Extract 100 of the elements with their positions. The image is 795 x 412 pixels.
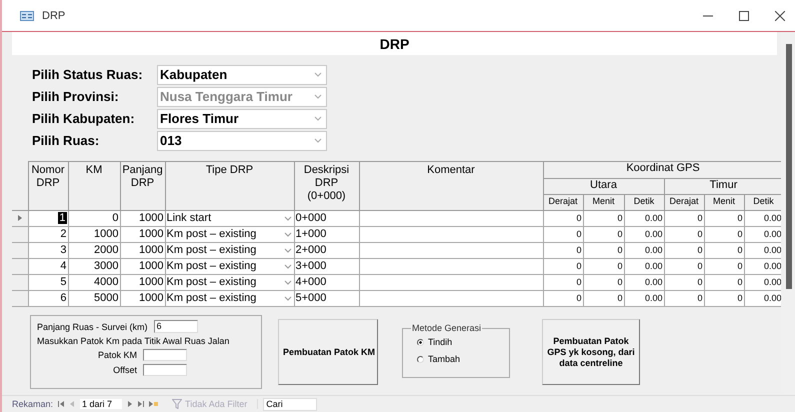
caret-icon (284, 296, 292, 301)
dropdown-cell[interactable]: Km post – existing (165, 242, 294, 258)
table-cell: 0.00 (624, 290, 664, 306)
column-header: Derajat (664, 194, 704, 210)
dropdown-cell[interactable]: Link start (165, 210, 294, 226)
funnel-icon (172, 399, 182, 409)
caret-icon (314, 138, 322, 143)
column-header: Komentar (359, 162, 543, 210)
table-cell: 0 (543, 258, 583, 274)
dropdown-cell[interactable]: Km post – existing (165, 226, 294, 242)
first-record-icon[interactable] (58, 401, 64, 407)
dropdown-cell[interactable]: Km post – existing (165, 290, 294, 306)
table-cell: 0 (543, 290, 583, 306)
table-cell: 1000 (120, 258, 165, 274)
instruction-text: Masukkan Patok Km pada Titik Awal Ruas Jalan (37, 336, 230, 346)
table-cell: 1 (58, 212, 66, 224)
table-cell: 2000 (68, 242, 120, 258)
record-label: Rekaman: (12, 399, 54, 409)
table-cell: 4+000 (294, 274, 359, 290)
table-cell: 0 (704, 242, 744, 258)
offset-field[interactable] (143, 364, 187, 376)
column-header: KM (68, 162, 120, 210)
maximize-icon[interactable] (739, 10, 749, 20)
table-cell: 0 (543, 210, 583, 226)
table-cell: 0 (664, 226, 704, 242)
table-cell: 1+000 (294, 226, 359, 242)
table-cell: 1000 (120, 210, 165, 226)
column-header: Detik (624, 194, 664, 210)
dropdown-field[interactable]: Kabupaten (157, 64, 327, 84)
radio-option[interactable]: Tambah (417, 354, 501, 364)
last-record-icon[interactable] (138, 401, 144, 407)
dropdown-field[interactable]: Flores Timur (157, 108, 327, 128)
offset-label: Offset (112, 365, 137, 375)
table-cell: 0.00 (624, 274, 664, 290)
patok-km-field[interactable] (143, 349, 187, 361)
table-cell: 0 (664, 290, 704, 306)
generate-button[interactable]: Pembuatan Patok KM (278, 319, 378, 385)
gps-generate-button[interactable]: Pembuatan Patok GPS yk kosong, dari data centreline (542, 319, 640, 385)
caret-icon (314, 94, 322, 99)
table-cell: 1000 (120, 242, 165, 258)
filter-label: Pilih Provinsi: (32, 89, 120, 104)
column-header: Tipe DRP (165, 162, 294, 210)
table-cell: 0 (583, 242, 624, 258)
table-cell: 0 (583, 274, 624, 290)
column-header: Derajat (543, 194, 583, 210)
table-cell: 0 (543, 226, 583, 242)
table-cell: 0 (704, 258, 744, 274)
length-label: Panjang Ruas - Survei (km) (37, 322, 148, 332)
table-cell: 3 (60, 244, 66, 256)
caret-icon (284, 264, 292, 269)
method-title: Metode Generasi (411, 323, 482, 333)
table-cell: 4 (60, 260, 66, 272)
table-cell: 0 (583, 226, 624, 242)
radio-option[interactable]: Tindih (417, 337, 501, 347)
table-cell: 1000 (120, 226, 165, 242)
caret-icon (284, 232, 292, 237)
table-cell: 0 (704, 274, 744, 290)
table-cell: 0 (704, 210, 744, 226)
table-cell: 0 (583, 290, 624, 306)
column-header: Deskripsi DRP (0+000) (294, 162, 359, 210)
length-field[interactable]: 6 (154, 320, 198, 333)
caret-icon (284, 280, 292, 285)
table-cell: 0.00 (624, 242, 664, 258)
form-icon (20, 10, 34, 20)
table-cell: 2 (60, 228, 66, 240)
caret-icon (284, 248, 292, 253)
column-header: Menit (583, 194, 624, 210)
filter-label: Pilih Status Ruas: (32, 67, 144, 82)
table-cell: 1000 (68, 226, 120, 242)
table-cell: 0+000 (294, 210, 359, 226)
filter-label: Pilih Kabupaten: (32, 111, 136, 126)
table-cell: 4000 (68, 274, 120, 290)
table-cell: 1000 (120, 290, 165, 306)
dropdown-cell[interactable]: Km post – existing (165, 258, 294, 274)
record-position-field[interactable]: 1 dari 7 (80, 399, 122, 409)
caret-icon (284, 216, 292, 221)
new-record-icon[interactable] (149, 401, 160, 407)
caret-icon (314, 116, 322, 121)
close-icon[interactable] (775, 10, 785, 20)
table-cell: 0.00 (624, 210, 664, 226)
table-cell: 0 (704, 290, 744, 306)
table-cell: 3000 (68, 258, 120, 274)
table-cell: 0 (543, 242, 583, 258)
patok-km-label: Patok KM (97, 350, 137, 360)
table-cell: 0 (664, 274, 704, 290)
table-cell: 0 (704, 226, 744, 242)
table-cell: 1000 (120, 274, 165, 290)
form-title: DRP (380, 36, 410, 52)
table-cell: 0 (583, 210, 624, 226)
dropdown-field[interactable]: 013 (157, 130, 327, 150)
column-header: Timur (664, 178, 784, 195)
filter-label: Pilih Ruas: (32, 133, 100, 148)
dropdown-cell[interactable]: Km post – existing (165, 274, 294, 290)
search-field[interactable]: Cari (263, 398, 318, 410)
window-title: DRP (42, 10, 66, 22)
next-record-icon[interactable] (127, 401, 134, 407)
column-header: Menit (704, 194, 744, 210)
table-cell: 5 (60, 276, 66, 288)
table-cell: 0 (664, 242, 704, 258)
table-cell: 0.00 (624, 226, 664, 242)
